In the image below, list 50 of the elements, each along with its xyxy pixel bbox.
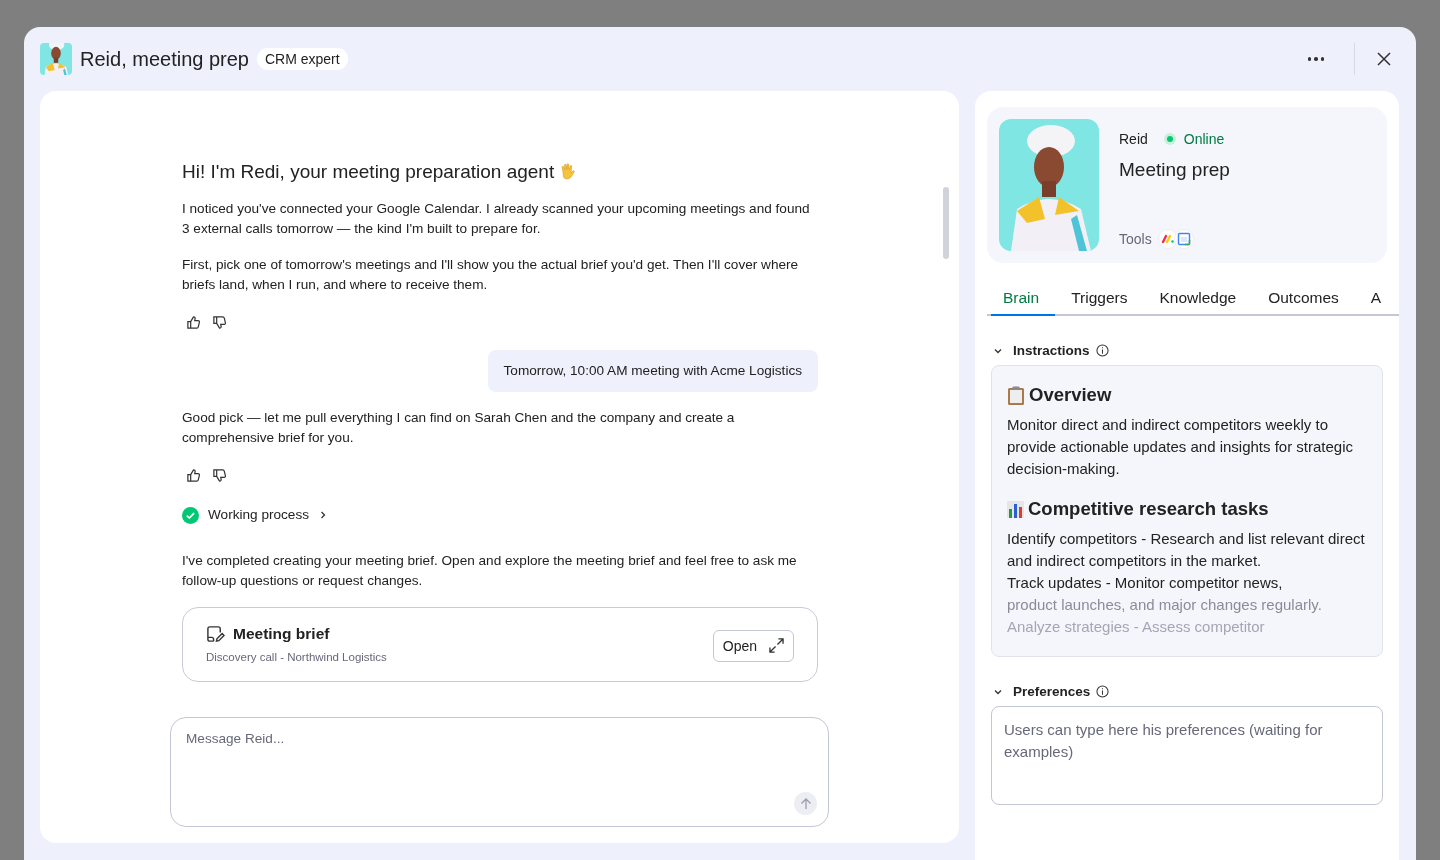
agent-name: Reid	[1119, 131, 1148, 147]
message-text: First, pick one of tomorrow's meetings and I'll show you the actual brief you'd get. Then I'll cover where briefs land, when I run, and where to receive them.	[182, 256, 800, 294]
thumbs-up-icon[interactable]	[186, 315, 201, 330]
user-message: Tomorrow, 10:00 AM meeting with Acme Logistics	[487, 350, 818, 392]
section-heading: Overview	[1029, 384, 1112, 406]
tab[interactable]: Triggers	[1055, 285, 1144, 316]
info-icon[interactable]	[1095, 344, 1109, 357]
message-text: I noticed you've connected your Google Calendar. I already scanned your upcoming meetings and found 3 external calls tomorrow — the kind I'm built to prepare for.	[182, 200, 811, 238]
agent-role: Meeting prep	[1119, 159, 1230, 181]
section-heading: Competitive research tasks	[1028, 498, 1269, 520]
instruction-text: product launches, and major changes regularly.	[1007, 595, 1323, 615]
role-badge: CRM expert	[257, 48, 348, 70]
card-title: Meeting brief	[233, 624, 330, 644]
message-text: Good pick — let me pull everything I can find on Sarah Chen and the company and create a comprehensive brief for you.	[182, 409, 736, 447]
info-icon[interactable]	[1096, 685, 1110, 698]
thumbs-down-icon[interactable]	[212, 468, 227, 483]
section-title: Instractions	[1013, 343, 1090, 358]
scrollbar[interactable]	[943, 187, 949, 259]
brief-card[interactable]: Meeting brief Discovery call - Northwind Logistics Open	[182, 607, 818, 682]
avatar-icon	[40, 43, 72, 75]
preferences-field[interactable]: Users can type here his preferences (waiting for examples)	[991, 706, 1383, 805]
open-button[interactable]: Open	[712, 629, 794, 662]
tools-label: Tools	[1119, 231, 1152, 247]
document-edit-icon	[206, 624, 225, 644]
thumbs-down-icon[interactable]	[212, 315, 227, 330]
process-label[interactable]: Working process	[208, 505, 309, 525]
thumbs-up-icon[interactable]	[186, 468, 201, 483]
tab[interactable]: Brain	[991, 285, 1056, 316]
instruction-text: Track updates - Monitor competitor news,	[1007, 573, 1284, 593]
arrow-up-icon	[799, 797, 812, 810]
section-title: Preferences	[1013, 684, 1091, 699]
tab[interactable]: Outcomes	[1252, 285, 1355, 316]
close-icon[interactable]	[1377, 52, 1391, 66]
bar-chart-icon	[1007, 500, 1024, 518]
chevron-icon[interactable]	[318, 510, 328, 520]
instruction-text: Monitor direct and indirect competitors weekly to provide actionable updates and insights for strategic decision-making.	[1007, 415, 1355, 479]
tab[interactable]: Knowledge	[1143, 285, 1253, 316]
stripes-logo-icon[interactable]	[1157, 229, 1178, 249]
calendar-icon[interactable]	[1173, 229, 1194, 249]
card-subtitle: Discovery call - Northwind Logistics	[206, 650, 388, 665]
expand-icon	[769, 638, 784, 653]
clipboard-icon	[1007, 385, 1025, 405]
tab[interactable]: A	[1354, 285, 1398, 316]
message-field[interactable]: Message Reid...	[170, 717, 829, 827]
greeting-heading: Hi! I'm Redi, your meeting preparation agent	[182, 160, 555, 184]
window-title: Reid, meeting prep	[80, 47, 249, 71]
message-text: I've completed creating your meeting brief. Open and explore the meeting brief and feel free to ask me follow-up questions or request changes.	[182, 552, 798, 590]
instruction-text: Identify competitors - Research and list relevant direct and indirect competitors in the market.	[1007, 529, 1366, 571]
status-label: Online	[1183, 131, 1225, 147]
instruction-text: Analyze strategies - Assess competitor	[1007, 617, 1266, 637]
